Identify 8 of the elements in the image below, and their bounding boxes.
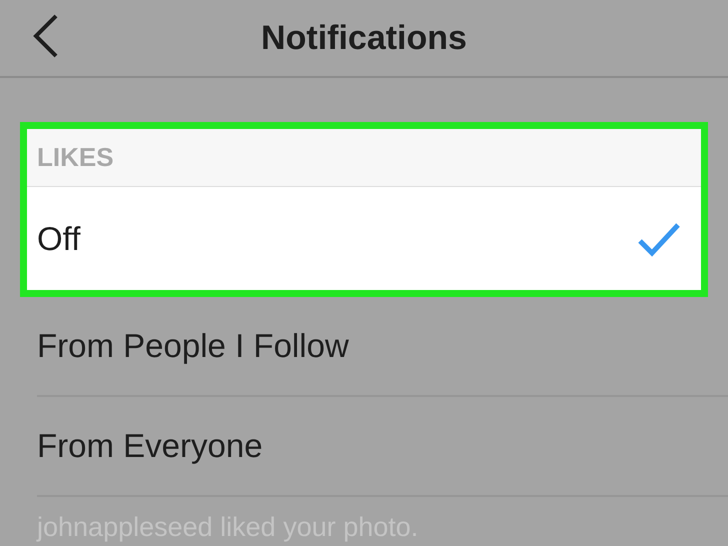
option-label: Off xyxy=(37,218,80,259)
option-label: From People I Follow xyxy=(37,326,349,366)
option-row[interactable]: From People I Follow xyxy=(37,297,728,395)
screen-title: Notifications xyxy=(261,18,467,58)
option-row[interactable]: Off xyxy=(27,187,701,290)
option-label: From Everyone xyxy=(37,426,263,466)
option-row[interactable]: From Everyone xyxy=(37,397,728,495)
section-header: LIKES xyxy=(27,129,701,187)
